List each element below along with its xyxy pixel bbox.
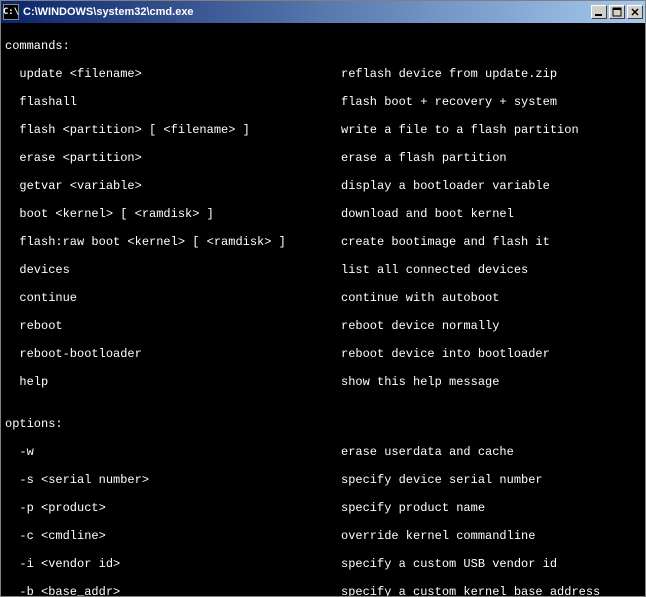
command-desc: download and boot kernel — [341, 207, 514, 221]
maximize-button[interactable] — [609, 5, 625, 19]
option-row: -werase userdata and cache — [5, 445, 641, 459]
command-desc: continue with autoboot — [341, 291, 499, 305]
close-icon — [630, 7, 640, 17]
command-desc: erase a flash partition — [341, 151, 507, 165]
minimize-button[interactable] — [591, 5, 607, 19]
options-header: options: — [5, 417, 641, 431]
command-name: update <filename> — [5, 67, 341, 81]
command-row: boot <kernel> [ <ramdisk> ]download and … — [5, 207, 641, 221]
command-name: boot <kernel> [ <ramdisk> ] — [5, 207, 341, 221]
option-row: -b <base_addr>specify a custom kernel ba… — [5, 585, 641, 596]
maximize-icon — [612, 7, 622, 17]
window-controls — [591, 5, 643, 19]
command-row: deviceslist all connected devices — [5, 263, 641, 277]
command-row: update <filename>reflash device from upd… — [5, 67, 641, 81]
option-desc: specify device serial number — [341, 473, 543, 487]
command-row: rebootreboot device normally — [5, 319, 641, 333]
command-desc: write a file to a flash partition — [341, 123, 579, 137]
command-desc: reboot device normally — [341, 319, 499, 333]
option-flag: -b <base_addr> — [5, 585, 341, 596]
command-name: reboot-bootloader — [5, 347, 341, 361]
command-desc: flash boot + recovery + system — [341, 95, 557, 109]
command-row: flash <partition> [ <filename> ]write a … — [5, 123, 641, 137]
commands-header: commands: — [5, 39, 641, 53]
option-flag: -i <vendor id> — [5, 557, 341, 571]
command-row: flashallflash boot + recovery + system — [5, 95, 641, 109]
command-row: flash:raw boot <kernel> [ <ramdisk> ]cre… — [5, 235, 641, 249]
command-desc: reboot device into bootloader — [341, 347, 550, 361]
command-name: flashall — [5, 95, 341, 109]
command-desc: display a bootloader variable — [341, 179, 550, 193]
command-desc: create bootimage and flash it — [341, 235, 550, 249]
option-flag: -w — [5, 445, 341, 459]
cmd-window: C:\ C:\WINDOWS\system32\cmd.exe commands… — [0, 0, 646, 597]
command-name: help — [5, 375, 341, 389]
command-row: helpshow this help message — [5, 375, 641, 389]
option-desc: specify a custom kernel base address — [341, 585, 600, 596]
command-name: flash <partition> [ <filename> ] — [5, 123, 341, 137]
command-desc: show this help message — [341, 375, 499, 389]
cmd-icon: C:\ — [3, 4, 19, 20]
command-name: devices — [5, 263, 341, 277]
minimize-icon — [594, 7, 604, 17]
command-name: continue — [5, 291, 341, 305]
option-row: -s <serial number>specify device serial … — [5, 473, 641, 487]
option-desc: specify product name — [341, 501, 485, 515]
command-row: getvar <variable>display a bootloader va… — [5, 179, 641, 193]
option-desc: specify a custom USB vendor id — [341, 557, 557, 571]
command-name: reboot — [5, 319, 341, 333]
command-row: reboot-bootloaderreboot device into boot… — [5, 347, 641, 361]
command-name: flash:raw boot <kernel> [ <ramdisk> ] — [5, 235, 341, 249]
option-desc: override kernel commandline — [341, 529, 535, 543]
command-desc: reflash device from update.zip — [341, 67, 557, 81]
option-flag: -p <product> — [5, 501, 341, 515]
command-row: continuecontinue with autoboot — [5, 291, 641, 305]
option-row: -p <product>specify product name — [5, 501, 641, 515]
window-title: C:\WINDOWS\system32\cmd.exe — [23, 6, 591, 18]
command-name: getvar <variable> — [5, 179, 341, 193]
option-flag: -c <cmdline> — [5, 529, 341, 543]
option-desc: erase userdata and cache — [341, 445, 514, 459]
terminal-output[interactable]: commands: update <filename>reflash devic… — [1, 23, 645, 596]
command-desc: list all connected devices — [341, 263, 528, 277]
command-row: erase <partition>erase a flash partition — [5, 151, 641, 165]
titlebar[interactable]: C:\ C:\WINDOWS\system32\cmd.exe — [1, 1, 645, 23]
option-row: -i <vendor id>specify a custom USB vendo… — [5, 557, 641, 571]
option-flag: -s <serial number> — [5, 473, 341, 487]
command-name: erase <partition> — [5, 151, 341, 165]
option-row: -c <cmdline>override kernel commandline — [5, 529, 641, 543]
close-button[interactable] — [627, 5, 643, 19]
